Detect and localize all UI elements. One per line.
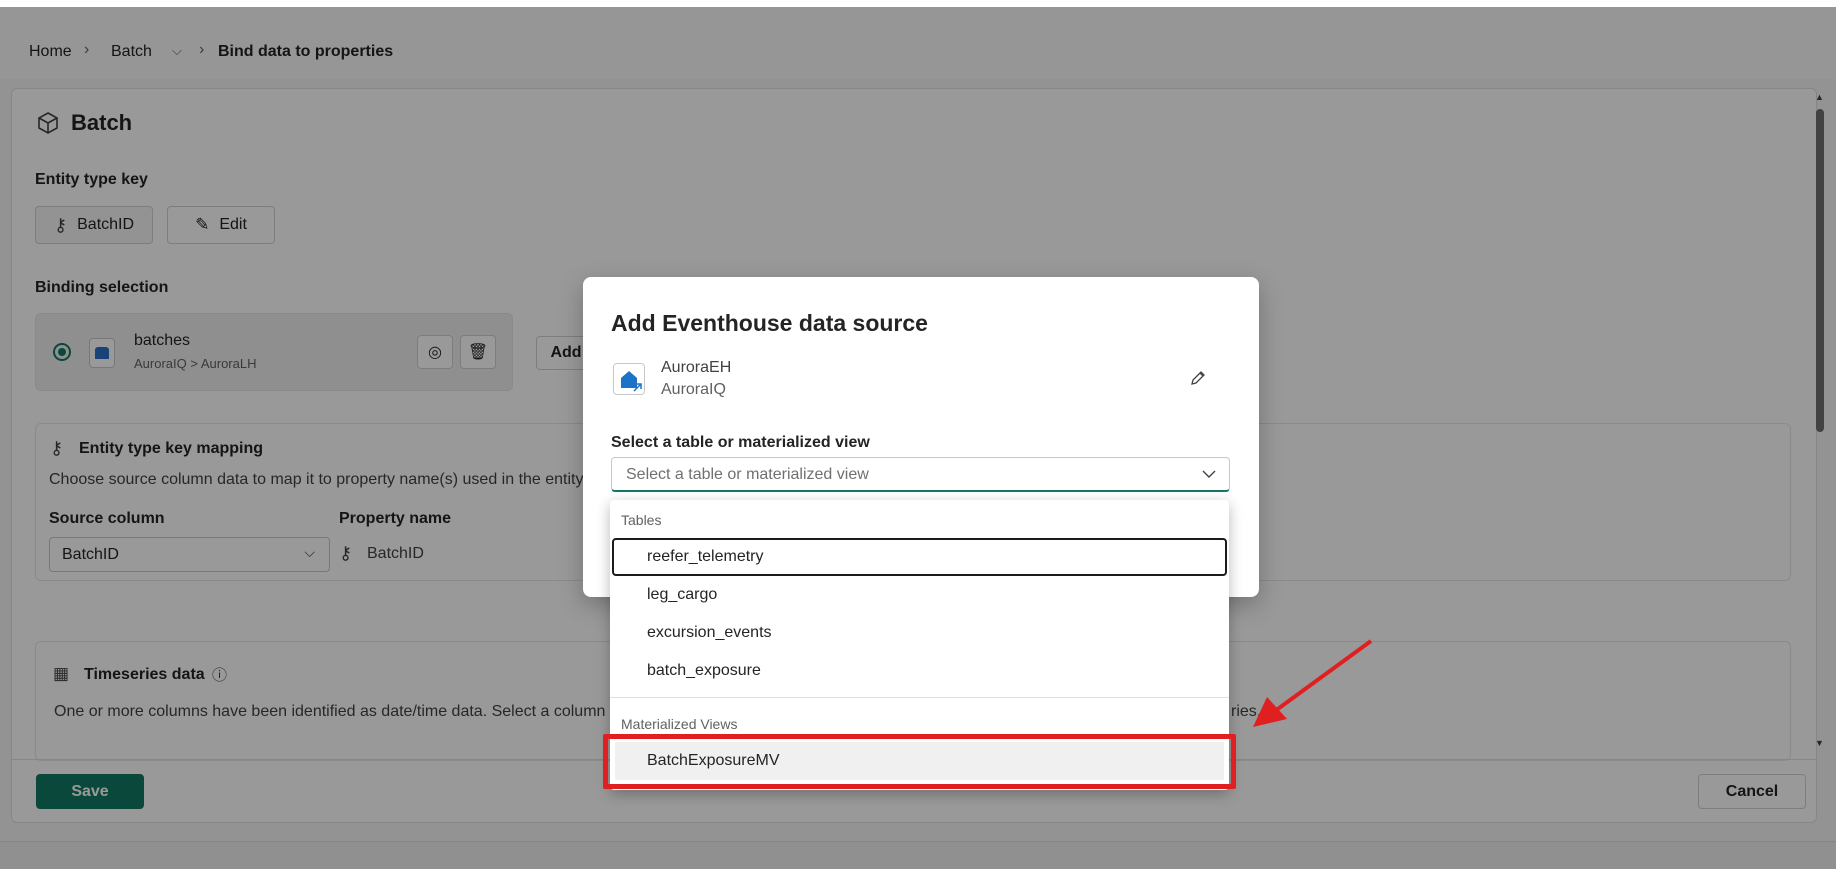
option-label: excursion_events [647, 624, 772, 641]
option-label: reefer_telemetry [647, 548, 764, 565]
select-placeholder: Select a table or materialized view [626, 466, 869, 483]
option-excursion-events[interactable]: excursion_events [612, 614, 1227, 652]
option-reefer-telemetry[interactable]: reefer_telemetry [612, 538, 1227, 576]
option-label: batch_exposure [647, 662, 761, 679]
tables-group-label: Tables [621, 512, 662, 528]
views-group-label: Materialized Views [621, 716, 738, 732]
dialog-title: Add Eventhouse data source [611, 310, 928, 336]
option-label: leg_cargo [647, 586, 718, 603]
source-name: AuroraEH [661, 359, 732, 376]
table-select-dropdown[interactable]: Select a table or materialized view [611, 457, 1230, 492]
option-leg-cargo[interactable]: leg_cargo [612, 576, 1227, 614]
source-workspace: AuroraIQ [661, 381, 726, 398]
annotation-arrow-icon [1253, 639, 1373, 727]
group-divider [610, 697, 1229, 698]
chevron-down-icon [1202, 470, 1216, 478]
annotation-highlight-box [603, 734, 1236, 789]
window-top-strip [0, 0, 1836, 7]
pencil-icon[interactable] [1189, 369, 1207, 387]
option-batch-exposure[interactable]: batch_exposure [612, 652, 1227, 690]
select-table-label: Select a table or materialized view [611, 434, 870, 451]
eventhouse-icon [613, 363, 645, 395]
